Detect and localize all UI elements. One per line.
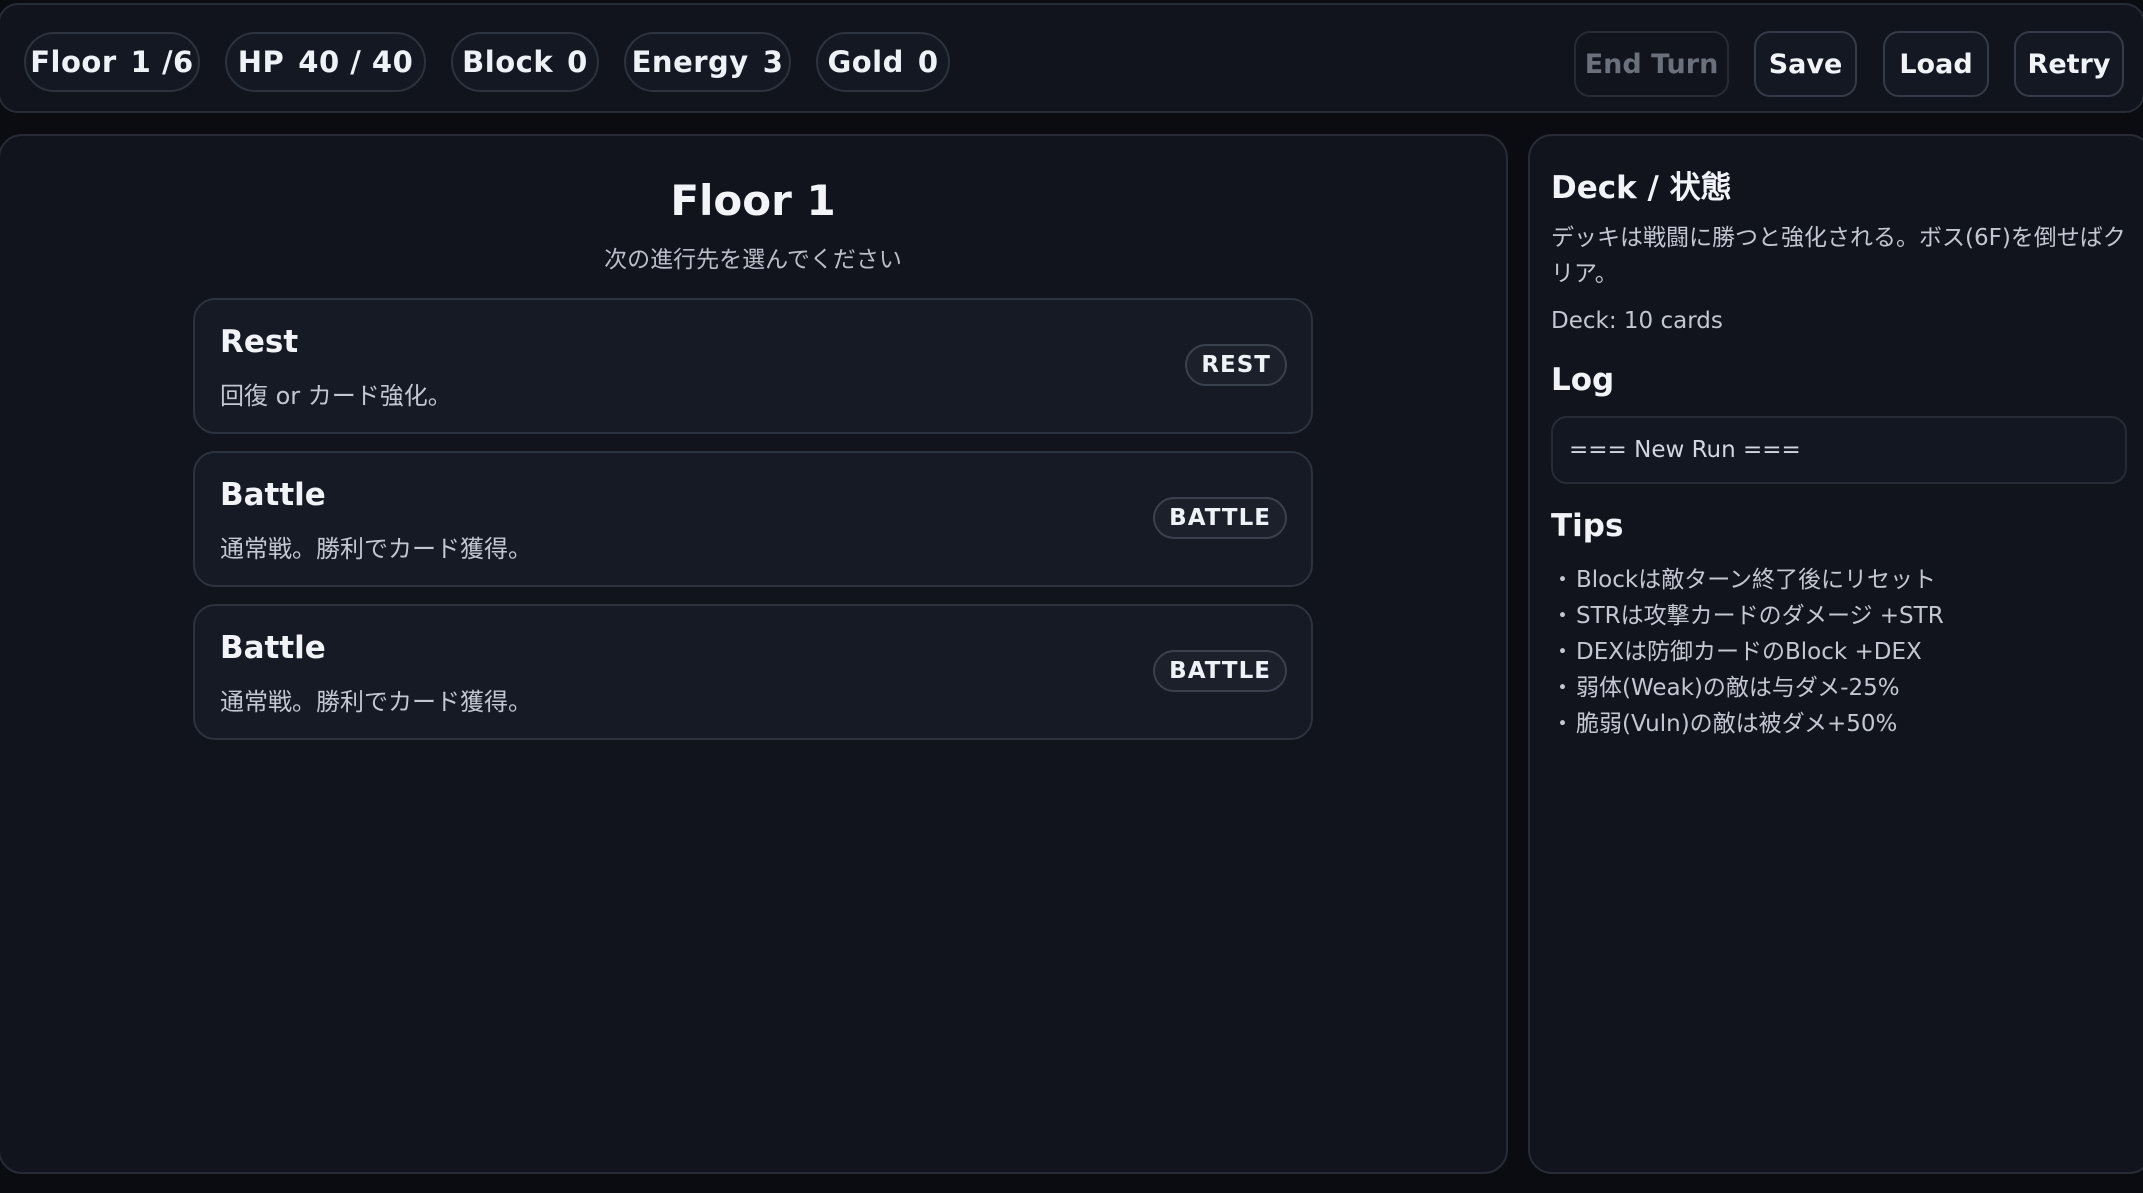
tips-heading: Tips [1551,508,1624,544]
gold-label: Gold [827,45,904,79]
path-option-battle[interactable]: Battle 通常戦。勝利でカード獲得。 BATTLE [193,451,1313,587]
floor-subtitle: 次の進行先を選んでください [604,247,902,273]
map-panel: Floor 1 次の進行先を選んでください Rest 回復 or カード強化。 … [0,134,1508,1174]
path-option-battle[interactable]: Battle 通常戦。勝利でカード獲得。 BATTLE [193,604,1313,740]
hp-label: HP [237,45,285,79]
block-value: 0 [567,45,588,79]
save-button[interactable]: Save [1754,31,1857,97]
deck-count: Deck: 10 cards [1551,308,1723,334]
side-panel: Deck / 状態 デッキは戦闘に勝つと強化される。ボス(6F)を倒せばクリア。… [1528,134,2143,1174]
deck-heading: Deck / 状態 [1551,170,1732,206]
tips-list: Blockは敵ターン終了後にリセット STRは攻撃カードのダメージ +STR D… [1551,562,1944,742]
deck-description: デッキは戦闘に勝つと強化される。ボス(6F)を倒せばクリア。 [1551,225,2126,287]
path-option-desc: 回復 or カード強化。 [220,382,452,410]
path-option-desc: 通常戦。勝利でカード獲得。 [220,535,532,563]
end-turn-button[interactable]: End Turn [1574,31,1729,97]
path-option-rest[interactable]: Rest 回復 or カード強化。 REST [193,298,1313,434]
tip-item: 脆弱(Vuln)の敵は被ダメ+50% [1551,706,1944,742]
block-stat: Block 0 [451,32,599,92]
floor-stat: Floor 1 /6 [24,32,200,92]
log-box[interactable]: === New Run === [1551,416,2127,484]
retry-button[interactable]: Retry [2014,31,2124,97]
log-entry: === New Run === [1569,437,1801,463]
energy-stat: Energy 3 [624,32,791,92]
path-type-badge: BATTLE [1153,650,1287,692]
log-heading: Log [1551,362,1615,398]
gold-value: 0 [917,45,939,79]
hp-value: 40 / 40 [298,45,414,79]
load-button[interactable]: Load [1883,31,1989,97]
path-option-desc: 通常戦。勝利でカード獲得。 [220,688,532,716]
tip-item: STRは攻撃カードのダメージ +STR [1551,598,1944,634]
hp-stat: HP 40 / 40 [225,32,426,92]
energy-label: Energy [631,45,749,79]
path-type-badge: REST [1185,344,1287,386]
block-label: Block [462,45,554,79]
path-option-title: Rest [220,324,299,360]
path-option-title: Battle [220,630,326,666]
floor-current: 1 [130,45,152,79]
tip-item: DEXは防御カードのBlock +DEX [1551,634,1944,670]
energy-value: 3 [762,45,784,79]
gold-stat: Gold 0 [816,32,950,92]
floor-label: Floor [30,45,117,79]
tip-item: Blockは敵ターン終了後にリセット [1551,562,1944,598]
status-bar: Floor 1 /6 HP 40 / 40 Block 0 Energy 3 Gold 0… [0,3,2143,113]
floor-max: /6 [161,45,194,79]
path-option-title: Battle [220,477,326,513]
tip-item: 弱体(Weak)の敵は与ダメ-25% [1551,670,1944,706]
path-type-badge: BATTLE [1153,497,1287,539]
floor-title: Floor 1 [670,176,836,225]
